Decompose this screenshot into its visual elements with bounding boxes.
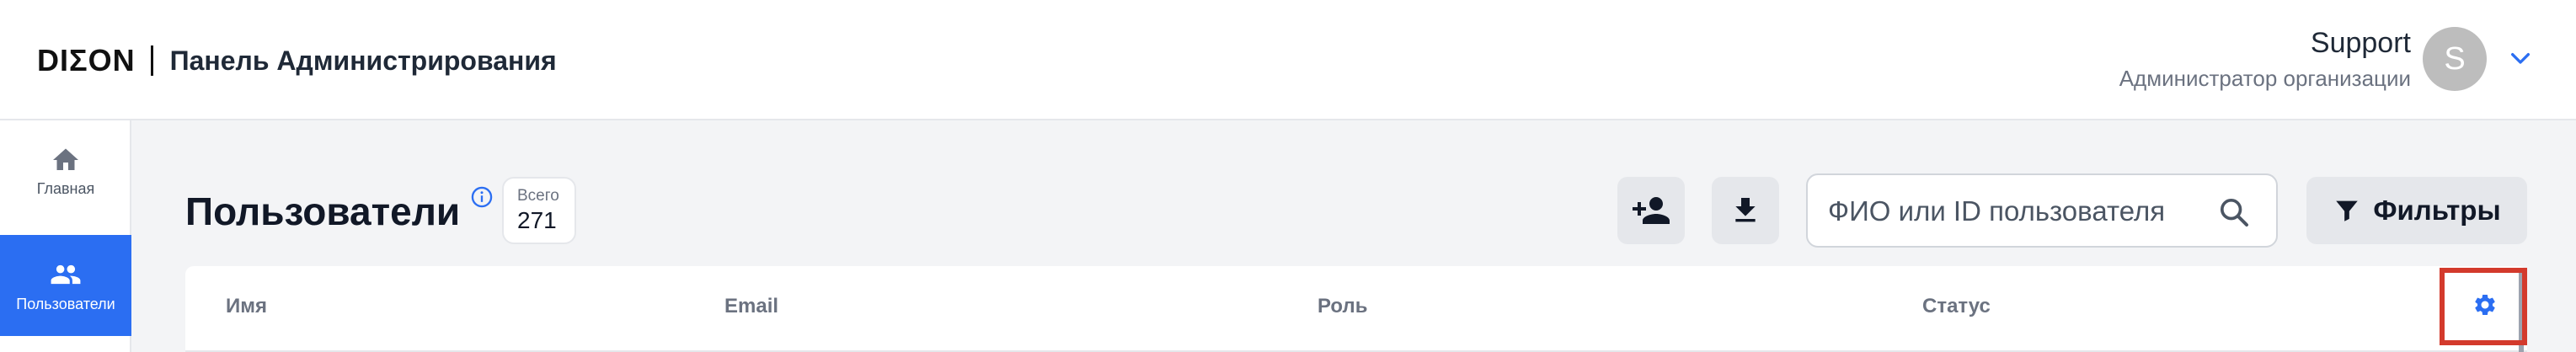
column-header-status[interactable]: Статус xyxy=(1922,295,1991,318)
home-icon xyxy=(53,148,78,170)
logo[interactable]: DIΣON xyxy=(37,43,136,78)
column-header-email[interactable]: Email xyxy=(724,295,778,318)
top-bar: DIΣON Панель Администрирования Support А… xyxy=(0,0,2576,120)
search-input[interactable] xyxy=(1828,190,2207,232)
highlight-box xyxy=(2440,268,2527,345)
users-table: Имя Email Роль Статус xyxy=(185,266,2527,352)
info-icon[interactable] xyxy=(470,185,494,209)
total-label: Всего xyxy=(517,187,559,205)
column-header-name[interactable]: Имя xyxy=(226,295,267,318)
column-header-role[interactable]: Роль xyxy=(1317,295,1367,318)
brand-divider xyxy=(150,45,153,76)
user-role: Администратор организации xyxy=(2119,66,2411,91)
filter-label: Фильтры xyxy=(2373,195,2501,226)
sidebar-item-label: Главная xyxy=(36,179,95,197)
total-value: 271 xyxy=(517,207,557,233)
filter-icon xyxy=(2336,200,2359,221)
add-user-icon xyxy=(1633,197,1670,224)
sidebar-item-label: Пользователи xyxy=(16,295,115,312)
add-user-button[interactable] xyxy=(1617,177,1685,244)
chevron-down-icon[interactable] xyxy=(2507,45,2534,72)
download-icon xyxy=(1735,198,1756,222)
brand: DIΣON Панель Администрирования xyxy=(37,37,557,84)
user-menu[interactable]: Support Администратор организации S xyxy=(2104,22,2576,98)
download-button[interactable] xyxy=(1712,177,1779,244)
avatar[interactable]: S xyxy=(2423,27,2487,91)
page-title: Пользователи xyxy=(185,189,461,233)
user-name: Support xyxy=(2310,27,2411,59)
search-icon[interactable] xyxy=(2217,195,2251,229)
sidebar-item-home[interactable]: Главная xyxy=(0,120,131,221)
users-icon xyxy=(51,264,81,284)
sidebar-item-users[interactable]: Пользователи xyxy=(0,235,131,336)
filter-button[interactable]: Фильтры xyxy=(2306,177,2527,244)
sidebar: Главная Пользователи xyxy=(0,120,131,352)
search-field[interactable] xyxy=(1806,173,2278,248)
app-title: Панель Администрирования xyxy=(169,45,557,76)
total-count-badge: Всего 271 xyxy=(502,177,576,244)
